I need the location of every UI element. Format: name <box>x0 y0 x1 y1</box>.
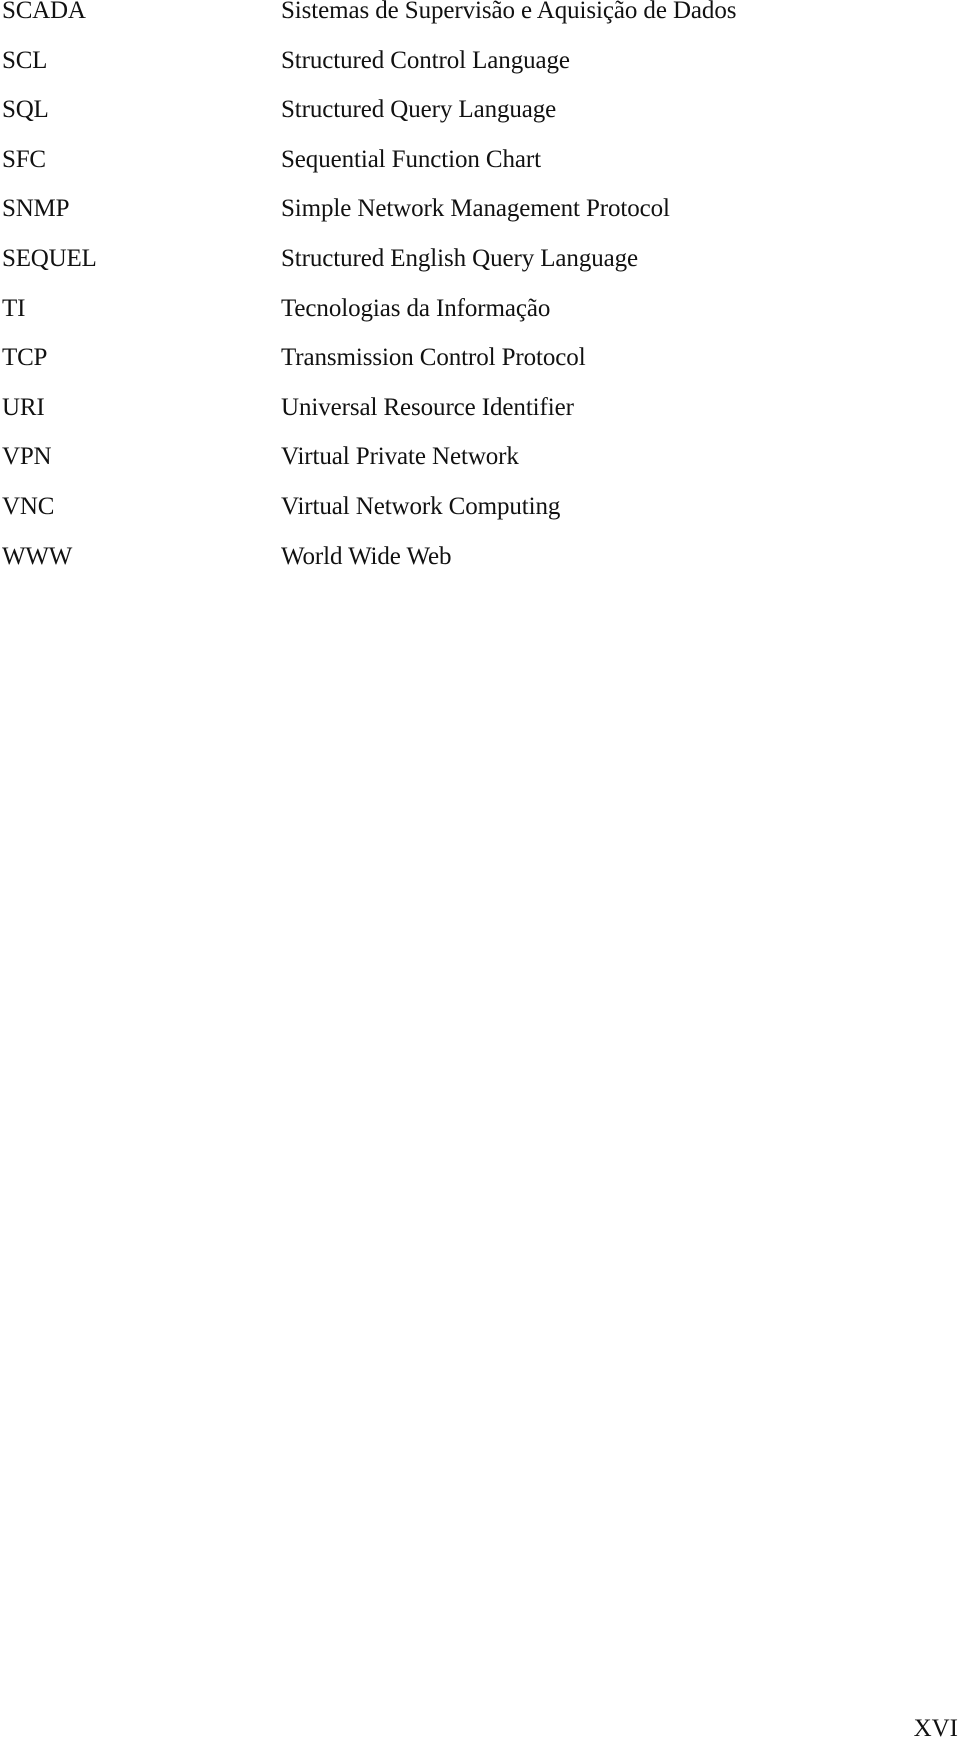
abbreviation-row: SEQUEL Structured English Query Language <box>2 244 942 294</box>
abbreviation-row: TI Tecnologias da Informação <box>2 294 942 344</box>
abbreviation-term: URI <box>2 393 45 421</box>
abbreviation-row: SCADA Sistemas de Supervisão e Aquisição… <box>2 0 942 46</box>
abbreviation-definition: Sistemas de Supervisão e Aquisição de Da… <box>281 0 737 24</box>
abbreviation-term: SNMP <box>2 195 70 223</box>
abbreviation-term: SCL <box>2 46 48 74</box>
abbreviation-term: TCP <box>2 344 48 372</box>
abbreviation-term: VNC <box>2 492 55 520</box>
abbreviation-definition: Structured Query Language <box>281 96 557 124</box>
abbreviation-row: WWW World Wide Web <box>2 542 942 592</box>
abbreviation-definition: Structured Control Language <box>281 46 570 74</box>
abbreviation-row: VNC Virtual Network Computing <box>2 492 942 542</box>
abbreviation-definition: Virtual Network Computing <box>281 492 561 520</box>
abbreviation-row: SNMP Simple Network Management Protocol <box>2 194 942 244</box>
abbreviation-term: SQL <box>2 96 49 124</box>
abbreviation-row: SQL Structured Query Language <box>2 95 942 145</box>
abbreviation-row: URI Universal Resource Identifier <box>2 393 942 443</box>
abbreviation-definition: Virtual Private Network <box>281 443 519 471</box>
abbreviation-list: SCADA Sistemas de Supervisão e Aquisição… <box>2 0 942 591</box>
abbreviation-term: VPN <box>2 443 52 471</box>
abbreviation-term: TI <box>2 294 26 322</box>
abbreviation-definition: Universal Resource Identifier <box>281 393 574 421</box>
abbreviation-definition: World Wide Web <box>281 542 452 570</box>
abbreviation-term: SFC <box>2 145 46 173</box>
abbreviation-row: VPN Virtual Private Network <box>2 442 942 492</box>
abbreviation-row: TCP Transmission Control Protocol <box>2 343 942 393</box>
page-number: XVI <box>913 1715 958 1742</box>
abbreviation-term: SCADA <box>2 0 86 24</box>
abbreviation-definition: Sequential Function Chart <box>281 145 541 173</box>
abbreviation-definition: Structured English Query Language <box>281 244 639 272</box>
abbreviation-definition: Transmission Control Protocol <box>281 344 586 372</box>
abbreviation-definition: Tecnologias da Informação <box>281 294 551 322</box>
abbreviation-row: SFC Sequential Function Chart <box>2 145 942 195</box>
abbreviation-definition: Simple Network Management Protocol <box>281 195 670 223</box>
abbreviation-term: SEQUEL <box>2 244 97 272</box>
abbreviation-term: WWW <box>2 542 73 570</box>
abbreviation-row: SCL Structured Control Language <box>2 46 942 96</box>
